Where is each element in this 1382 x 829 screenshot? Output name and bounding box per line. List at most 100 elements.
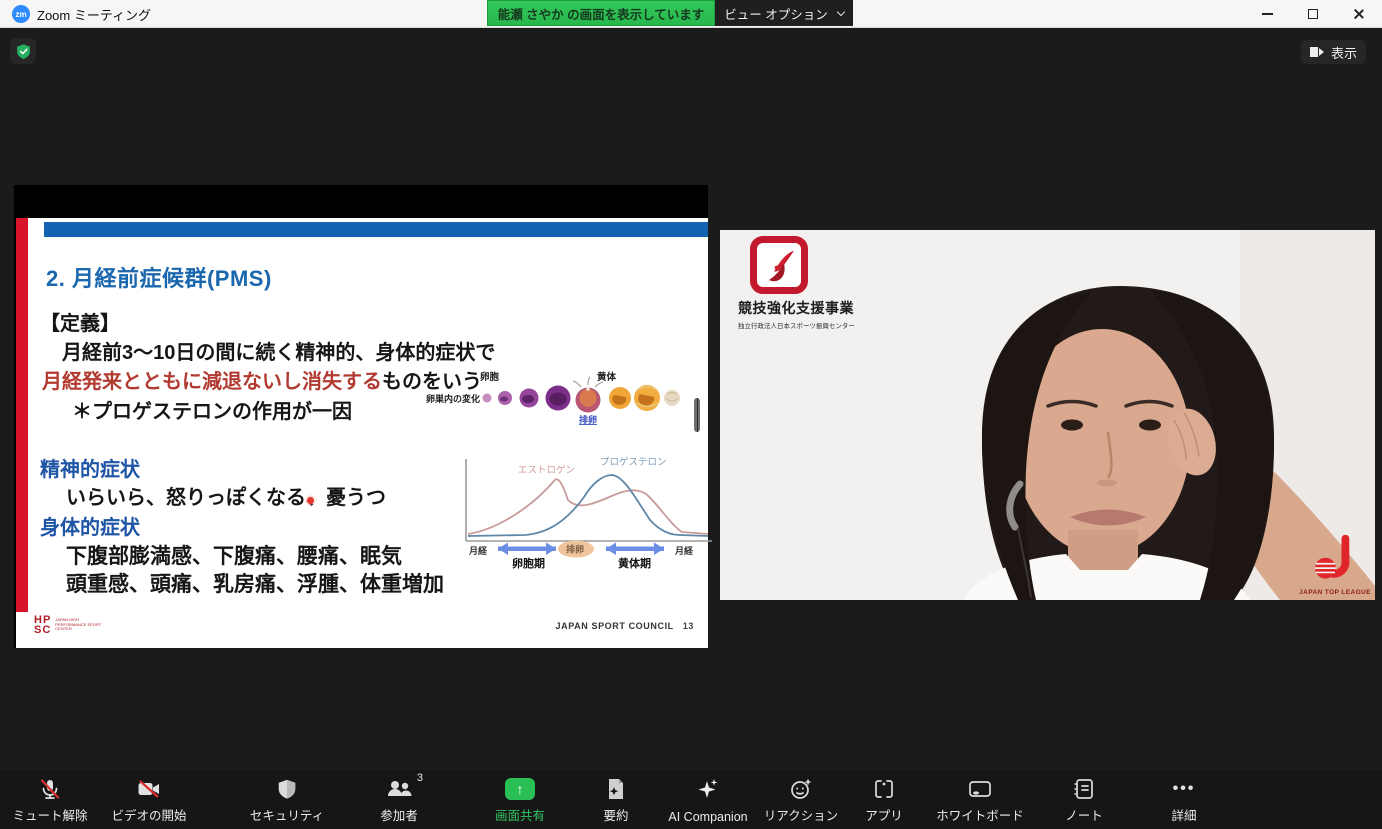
- gallery-view-icon: [1309, 47, 1324, 57]
- summary-label: 要約: [603, 809, 629, 823]
- maximize-icon: [1308, 9, 1318, 19]
- corpus-luteum-1: [609, 387, 631, 409]
- corpus-luteum-label: 黄体: [597, 371, 617, 383]
- display-view-label: 表示: [1330, 45, 1357, 61]
- menses-left-label: 月経: [468, 545, 488, 556]
- shared-screen-slide: 2. 月経前症候群(PMS) 【定義】 月経前3～10日の間に続く精神的、身体的…: [14, 185, 712, 648]
- participants-label: 参加者: [380, 809, 418, 823]
- league-logo-text: JAPAN TOP LEAGUE: [1299, 589, 1371, 596]
- whiteboard-button[interactable]: ホワイトボード: [928, 776, 1032, 824]
- meeting-main-area: 表示 2. 月経前症候群(PMS) 【定義】 月経前3～10日の間に続く精神的、…: [0, 28, 1382, 770]
- maximize-button[interactable]: [1290, 0, 1336, 28]
- window-controls: [1244, 0, 1382, 28]
- reactions-label: リアクション: [763, 809, 839, 823]
- slide-blue-header-bar: [44, 222, 708, 237]
- close-icon: [1353, 8, 1365, 20]
- program-logo-title: 競技強化支援事業: [738, 300, 854, 316]
- unmute-button[interactable]: ミュート解除: [2, 776, 98, 824]
- whiteboard-icon: [967, 776, 993, 802]
- eye-right: [1139, 419, 1161, 431]
- security-shield-icon: [276, 776, 298, 802]
- security-shield-button[interactable]: [10, 38, 36, 64]
- more-label: 詳細: [1171, 809, 1197, 823]
- minimize-button[interactable]: [1244, 0, 1290, 28]
- app-identity: zm Zoom ミーティング: [12, 0, 151, 28]
- apps-button[interactable]: アプリ: [849, 776, 919, 824]
- eye-left: [1061, 419, 1083, 431]
- slide-footer: HP SC JAPAN HIGH PERFORMANCE SPORT CENTER…: [16, 612, 708, 648]
- zoom-app-icon: zm: [12, 5, 30, 23]
- luteal-phase-label: 黄体期: [618, 556, 651, 570]
- definition-red-text: 月経発来とともに減退ないし消失する: [42, 371, 382, 393]
- bird-mark-icon: [769, 250, 794, 282]
- notes-icon: [1073, 776, 1095, 802]
- ai-companion-sparkle-icon: [696, 776, 720, 802]
- summary-document-icon: [605, 776, 627, 802]
- meeting-toolbar: ミュート解除 ビデオの開始 セキュリティ 3 参加者 ↑ 画面共有 要約 AI …: [0, 770, 1382, 829]
- zoom-meeting-window: zm Zoom ミーティング 能瀬 さやか の画面を表示しています ビュー オプ…: [0, 0, 1382, 829]
- summary-button[interactable]: 要約: [586, 776, 646, 824]
- physical-symptoms-line1: 下腹部膨満感、下腹痛、腰痛、眠気: [66, 545, 402, 568]
- panel-resize-handle[interactable]: [694, 398, 700, 432]
- follicle-stage-1: [482, 393, 492, 403]
- ovulation-axis-label: 排卵: [566, 544, 584, 555]
- start-video-button[interactable]: ビデオの開始: [101, 776, 197, 824]
- more-button[interactable]: ••• 詳細: [1154, 776, 1214, 824]
- physical-symptoms-line2: 頭重感、頭痛、乳房痛、浮腫、体重増加: [66, 573, 444, 596]
- slide-footer-right: JAPAN SPORT COUNCIL 13: [556, 621, 694, 631]
- participants-icon: 3: [385, 772, 423, 802]
- japan-sport-council-text: JAPAN SPORT COUNCIL: [555, 621, 674, 631]
- menses-right-label: 月経: [674, 545, 694, 556]
- window-title: Zoom ミーティング: [37, 7, 152, 23]
- unmute-label: ミュート解除: [12, 809, 88, 823]
- participant-count-badge: 3: [416, 772, 423, 784]
- slide-red-accent-bar: [16, 218, 28, 612]
- ovary-changes-diagram: 卵胞 黄体 卵巣内の変化 排卵: [426, 371, 680, 425]
- program-logo-subtitle: 独立行政法人日本スポーツ振興センター: [738, 323, 855, 330]
- camera-off-icon: [136, 776, 162, 802]
- notes-label: ノート: [1065, 809, 1103, 823]
- notes-button[interactable]: ノート: [1049, 776, 1119, 824]
- participant-video-tile[interactable]: 競技強化支援事業 独立行政法人日本スポーツ振興センター JAPAN TOP LE…: [720, 230, 1375, 600]
- apps-label: アプリ: [865, 809, 903, 823]
- share-screen-icon: ↑: [505, 776, 535, 802]
- definition-note: ＊プロゲステロンの作用が一因: [72, 401, 352, 423]
- share-screen-button[interactable]: ↑ 画面共有: [478, 776, 562, 824]
- mental-symptoms-line: いらいら、怒りっぽくなる、憂うつ: [66, 487, 386, 509]
- security-button[interactable]: セキュリティ: [242, 776, 332, 824]
- apps-icon: [872, 776, 896, 802]
- minimize-icon: [1261, 13, 1273, 15]
- follicular-phase-label: 卵胞期: [512, 556, 545, 570]
- ai-companion-label: AI Companion: [668, 810, 748, 824]
- follicle-label: 卵胞: [480, 371, 500, 383]
- reactions-smiley-icon: [789, 776, 813, 802]
- laser-pointer-dot: [307, 497, 314, 504]
- ovulation-image-label: 排卵: [579, 414, 597, 425]
- security-label: セキュリティ: [249, 809, 325, 823]
- shield-check-icon: [16, 43, 30, 59]
- league-j-icon: [1315, 534, 1350, 579]
- hpsc-logo-subtext: JAPAN HIGH PERFORMANCE SPORT CENTER: [55, 617, 102, 631]
- program-logo: 競技強化支援事業 独立行政法人日本スポーツ振興センター: [738, 236, 888, 330]
- definition-heading: 【定義】: [40, 313, 120, 335]
- corpus-luteum-2: [634, 385, 660, 411]
- corpus-albicans: [664, 390, 680, 406]
- screen-share-banner: 能瀬 さやか の画面を表示しています: [487, 0, 715, 26]
- participants-button[interactable]: 3 参加者: [359, 772, 439, 824]
- progesterone-curve-label: プロゲステロン: [600, 456, 667, 468]
- share-screen-label: 画面共有: [494, 809, 545, 823]
- display-view-button[interactable]: 表示: [1300, 40, 1366, 64]
- reactions-button[interactable]: リアクション: [756, 776, 846, 824]
- ai-companion-button[interactable]: AI Companion: [653, 776, 763, 824]
- definition-line2: 月経発来とともに減退ないし消失するものをいう: [42, 365, 482, 394]
- follicular-phase-arrow: [498, 542, 556, 555]
- luteal-phase-arrow: [606, 542, 664, 555]
- mental-symptoms-heading: 精神的症状: [40, 459, 140, 481]
- physical-symptoms-heading: 身体的症状: [40, 517, 140, 539]
- definition-line1: 月経前3～10日の間に続く精神的、身体的症状で: [62, 342, 496, 364]
- view-options-dropdown[interactable]: ビュー オプション: [715, 0, 853, 26]
- microphone-muted-icon: [38, 776, 62, 802]
- close-button[interactable]: [1336, 0, 1382, 28]
- whiteboard-label: ホワイトボード: [936, 809, 1024, 823]
- view-options-label: ビュー オプション: [724, 7, 828, 22]
